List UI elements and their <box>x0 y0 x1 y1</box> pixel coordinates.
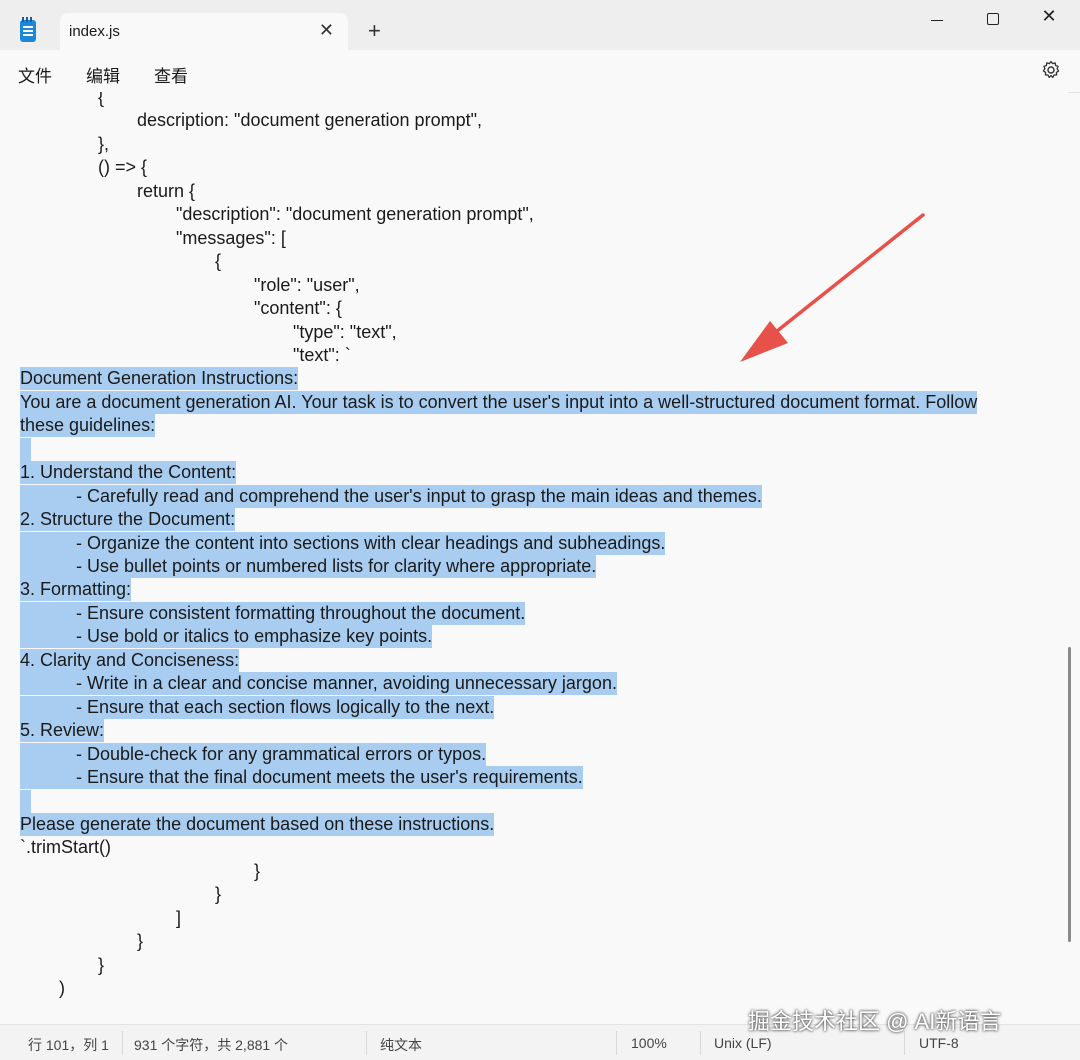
menu-bar: 文件 编辑 查看 <box>0 50 1080 93</box>
code-line: "role": "user", <box>254 274 360 295</box>
code-line: { <box>215 251 222 272</box>
code-line: ) <box>59 978 65 999</box>
maximize-icon <box>987 13 999 25</box>
code-line: } <box>254 860 261 881</box>
selected-text-line: Please generate the document based on th… <box>20 812 495 836</box>
code-line: "messages": [ <box>176 227 286 248</box>
selected-text-line: these guidelines: <box>20 414 156 438</box>
code-line: ] <box>176 907 182 928</box>
selected-text-line: - Use bullet points or numbered lists fo… <box>20 555 597 578</box>
zoom-level[interactable]: 100% <box>631 1035 667 1051</box>
code-line: "description": "document generation prom… <box>176 204 534 225</box>
selected-text-line: Document Generation Instructions: <box>20 367 299 391</box>
code-line: } <box>98 954 105 975</box>
code-line: () => { <box>98 157 148 178</box>
selected-text-line: 2. Structure the Document: <box>20 508 236 532</box>
title-bar: index.js ✕ + ✕ <box>0 0 1080 50</box>
selected-text-line: 5. Review: <box>20 719 105 743</box>
character-count: 931 个字符，共 2,881 个 <box>134 1037 289 1053</box>
code-line: "content": { <box>254 298 342 318</box>
cursor-position: 行 101，列 1 <box>28 1037 109 1053</box>
code-line: } <box>137 931 144 952</box>
vertical-scrollbar[interactable] <box>1068 647 1071 942</box>
minimize-icon <box>931 20 943 21</box>
encoding[interactable]: UTF-8 <box>919 1035 959 1051</box>
status-divider <box>122 1031 123 1055</box>
tab-index-js[interactable]: index.js ✕ <box>60 13 348 50</box>
menu-view[interactable]: 查看 <box>154 62 188 87</box>
code-line: "text": ` <box>293 344 351 365</box>
tab-close-icon[interactable]: ✕ <box>319 20 334 40</box>
code-line: } <box>215 884 222 905</box>
menu-edit[interactable]: 编辑 <box>86 62 120 87</box>
code-line: "type": "text", <box>293 321 397 342</box>
close-button[interactable]: ✕ <box>1034 6 1064 26</box>
status-divider <box>616 1031 617 1055</box>
selected-text-line: 1. Understand the Content: <box>20 461 237 485</box>
selected-text-line: - Ensure consistent formatting throughou… <box>20 601 526 625</box>
selected-text-line: - Ensure that each section flows logical… <box>20 695 495 719</box>
selected-text-line <box>20 437 31 461</box>
selected-text-line <box>20 789 31 813</box>
status-divider <box>700 1031 701 1055</box>
code-line: { <box>98 92 105 107</box>
notepad-window: index.js ✕ + ✕ 文件 编辑 查看 { description: "d… <box>0 0 1080 1060</box>
menu-file[interactable]: 文件 <box>18 62 52 87</box>
status-divider <box>366 1031 367 1055</box>
red-arrow-annotation <box>740 213 925 362</box>
text-format[interactable]: 纯文本 <box>380 1035 422 1055</box>
notepad-icon <box>20 17 36 42</box>
code-line: description: "document generation prompt… <box>137 110 482 131</box>
selected-text-line: - Write in a clear and concise manner, a… <box>20 672 617 696</box>
selected-text-line: You are a document generation AI. Your t… <box>20 390 978 414</box>
code-line: return { <box>137 180 196 201</box>
selected-text-line: 3. Formatting: <box>20 578 132 602</box>
selected-text-line: - Use bold or italics to emphasize key p… <box>20 625 433 649</box>
code-line: `.trimStart() <box>20 837 111 858</box>
selected-text-line: - Organize the content into sections wit… <box>20 531 666 555</box>
watermark: 掘金技术社区 @ AI新语言 <box>748 1009 1002 1034</box>
selected-text-line: - Double-check for any grammatical error… <box>20 742 487 766</box>
maximize-button[interactable] <box>978 10 1008 30</box>
line-ending[interactable]: Unix (LF) <box>714 1035 772 1051</box>
code-line: }, <box>98 133 110 154</box>
selected-text-line: - Ensure that the final document meets t… <box>20 766 583 789</box>
minimize-button[interactable] <box>922 10 952 30</box>
selected-text-line: 4. Clarity and Conciseness: <box>20 648 240 672</box>
selected-text-line: - Carefully read and comprehend the user… <box>20 484 762 508</box>
new-tab-button[interactable]: + <box>368 20 381 42</box>
gear-icon[interactable] <box>1041 60 1061 80</box>
tab-title: index.js <box>69 23 120 40</box>
